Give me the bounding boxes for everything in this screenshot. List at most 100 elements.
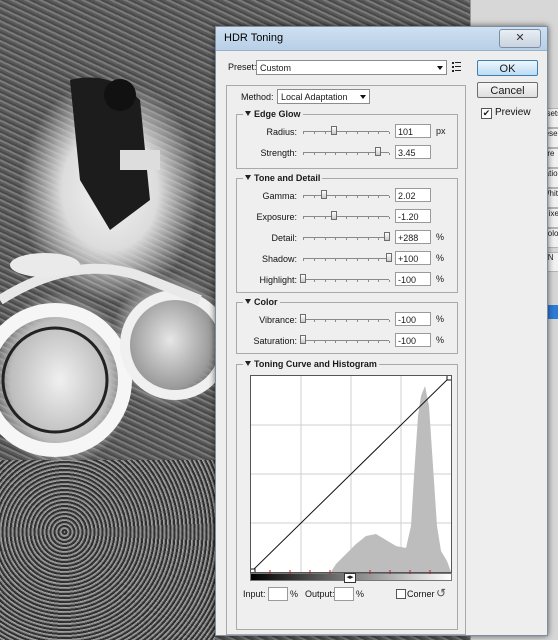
exposure-slider[interactable]	[303, 211, 390, 221]
slider-tick	[313, 153, 315, 155]
slider-thumb[interactable]	[320, 190, 327, 199]
shadow-label: Shadow:	[261, 254, 297, 264]
detail-slider[interactable]	[303, 232, 391, 242]
slider-tick	[367, 217, 369, 219]
slider-tick	[378, 259, 380, 261]
input-label: Input:	[243, 589, 266, 599]
slider-tick	[389, 217, 390, 219]
detail-input[interactable]: +288	[395, 230, 431, 244]
gamma-input[interactable]: 2.02	[395, 188, 431, 202]
saturation-unit: %	[436, 335, 445, 345]
slider-thumb[interactable]	[300, 274, 306, 283]
slider-tick	[346, 153, 347, 155]
reset-curve-icon[interactable]: ↺	[436, 586, 446, 600]
toning-curve-graph[interactable]	[249, 374, 453, 575]
detail-unit: %	[436, 232, 445, 242]
preview-label: Preview	[495, 107, 531, 118]
strength-input[interactable]: 3.45	[395, 145, 431, 159]
slider-thumb[interactable]	[300, 314, 306, 323]
vibrance-label: Vibrance:	[259, 315, 297, 325]
slider-tick	[324, 259, 326, 261]
slider-tick	[378, 341, 380, 343]
slider-tick	[356, 280, 358, 282]
slider-tick	[356, 153, 358, 155]
slider-tick	[378, 280, 380, 282]
slider-tick	[346, 280, 347, 282]
radius-input[interactable]: 101	[395, 124, 431, 138]
slider-tick	[335, 341, 337, 343]
slider-thumb[interactable]	[386, 253, 392, 262]
slider-tick	[313, 280, 315, 282]
preset-value: Custom	[260, 63, 292, 73]
method-select[interactable]: Local Adaptation	[277, 89, 370, 104]
slider-tick	[324, 238, 326, 240]
shadow-unit: %	[436, 253, 445, 263]
corner-checkbox[interactable]	[396, 589, 406, 599]
preset-menu-icon[interactable]	[452, 61, 462, 73]
slider-thumb[interactable]	[300, 335, 306, 344]
exposure-input[interactable]: -1.20	[395, 209, 431, 223]
slider-tick	[356, 217, 358, 219]
slider-tick	[346, 259, 347, 261]
input-unit: %	[290, 589, 299, 599]
slider-tick	[378, 132, 380, 134]
vibrance-input[interactable]: -100	[395, 312, 431, 326]
shadow-input[interactable]: +100	[395, 251, 431, 265]
radius-slider[interactable]	[303, 126, 390, 136]
slider-tick	[324, 132, 326, 134]
slider-tick	[324, 217, 326, 219]
highlight-input[interactable]: -100	[395, 272, 431, 286]
close-button[interactable]: ✕	[499, 29, 541, 48]
tone-detail-title: Tone and Detail	[254, 173, 321, 183]
color-header[interactable]: Color	[243, 297, 280, 307]
ok-button[interactable]: OK	[477, 60, 538, 76]
slider-tick	[378, 217, 380, 219]
slider-thumb[interactable]	[330, 211, 337, 220]
slider-tick	[303, 259, 304, 261]
cancel-button[interactable]: Cancel	[477, 82, 538, 98]
dialog-titlebar[interactable]: HDR Toning ✕	[216, 27, 547, 51]
slider-tick	[303, 196, 304, 198]
slider-thumb[interactable]	[330, 126, 337, 135]
exposure-label: Exposure:	[256, 212, 297, 222]
slider-tick	[389, 320, 390, 322]
slider-tick	[335, 280, 337, 282]
hdr-toning-dialog: HDR Toning ✕ Preset: Custom OK Cancel ✔ …	[215, 26, 548, 636]
slider-tick	[356, 259, 358, 261]
shadow-slider[interactable]	[303, 253, 392, 263]
slider-tick	[303, 238, 304, 240]
edge-glow-title: Edge Glow	[254, 109, 301, 119]
toning-curve-header[interactable]: Toning Curve and Histogram	[243, 359, 379, 369]
color-group: Color Vibrance: -100 % Saturation: -100 …	[236, 297, 458, 354]
preset-select[interactable]: Custom	[256, 60, 447, 75]
slider-thumb[interactable]	[384, 232, 391, 241]
tone-detail-header[interactable]: Tone and Detail	[243, 173, 323, 183]
highlight-label: Highlight:	[259, 275, 297, 285]
disclosure-triangle-icon	[245, 111, 251, 116]
slider-tick	[324, 341, 326, 343]
curve-midpoint-handle[interactable]: ◂▸	[344, 573, 356, 583]
slider-tick	[367, 341, 369, 343]
output-label: Output:	[305, 589, 335, 599]
slider-tick	[346, 238, 347, 240]
highlight-slider[interactable]	[300, 274, 390, 284]
input-field[interactable]	[268, 587, 288, 601]
gamma-slider[interactable]	[303, 190, 390, 200]
edge-glow-header[interactable]: Edge Glow	[243, 109, 303, 119]
photo-motorcycle-art	[0, 77, 215, 457]
slider-thumb[interactable]	[374, 147, 381, 156]
slider-tick	[356, 341, 358, 343]
slider-tick	[346, 132, 347, 134]
vibrance-slider[interactable]	[300, 314, 390, 324]
slider-tick	[324, 320, 326, 322]
list-menu-icon	[452, 62, 461, 72]
method-label: Method:	[241, 92, 274, 102]
saturation-slider[interactable]	[300, 335, 390, 345]
saturation-input[interactable]: -100	[395, 333, 431, 347]
slider-tick	[389, 196, 390, 198]
output-field[interactable]	[334, 587, 354, 601]
preview-checkbox[interactable]: ✔	[481, 108, 492, 119]
slider-tick	[356, 238, 358, 240]
slider-tick	[335, 153, 337, 155]
strength-slider[interactable]	[303, 147, 390, 157]
